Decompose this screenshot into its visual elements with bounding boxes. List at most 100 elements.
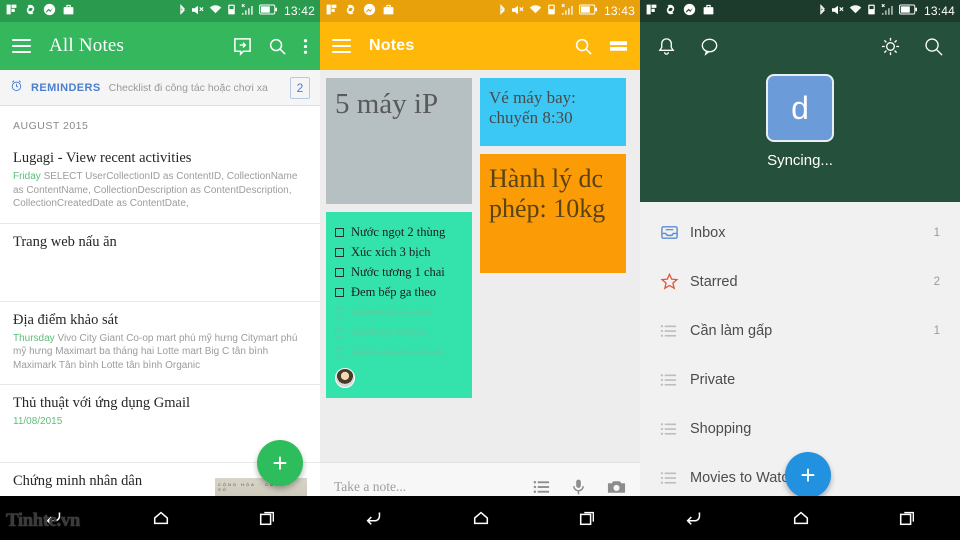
wifi-icon <box>849 4 862 19</box>
sidebar-item-can-lam-gap[interactable]: Cần làm gấp 1 <box>640 306 960 355</box>
view-toggle-icon[interactable] <box>609 39 628 53</box>
sidebar-item-inbox[interactable]: Inbox 1 <box>640 208 960 257</box>
checkbox-icon[interactable] <box>335 287 344 297</box>
checklist-item[interactable]: Nước ngọt 2 thùng <box>335 222 463 242</box>
sidebar-item-shopping[interactable]: Shopping <box>640 404 960 453</box>
sidebar-item-label: Private <box>690 371 736 388</box>
chat-bubble-icon[interactable] <box>699 36 720 62</box>
panel-notes-app: 13:42 All Notes REMINDERS Checklist đi c… <box>0 0 320 540</box>
list-item[interactable]: Trang web nấu ăn <box>0 224 320 302</box>
status-bar: 13:42 <box>0 0 320 22</box>
home-icon[interactable] <box>472 509 490 527</box>
recents-icon[interactable] <box>258 509 276 527</box>
flipboard-icon <box>645 3 658 19</box>
list-icon <box>660 422 690 436</box>
checklist-item[interactable]: Cánh gà 2 bịch <box>335 322 463 342</box>
note-snippet-text: SELECT UserCollectionID as ContentID, Co… <box>13 171 298 209</box>
plus-icon: + <box>800 460 816 490</box>
checklist-item[interactable]: Nước tương 1 chai <box>335 262 463 282</box>
page-title: Notes <box>369 37 415 54</box>
list-item[interactable]: Địa điểm khảo sát Thursday Vivo City Gia… <box>0 302 320 385</box>
collaborator-avatar <box>335 368 355 388</box>
note-day: Thursday <box>13 332 55 344</box>
take-a-note-placeholder: Take a note... <box>334 478 407 494</box>
checkbox-icon[interactable] <box>335 247 344 257</box>
note-title: Thủ thuật với ứng dụng Gmail <box>13 395 191 411</box>
briefcase-icon <box>382 3 395 19</box>
mute-icon <box>191 4 205 19</box>
bell-icon[interactable] <box>656 36 677 62</box>
note-day: Friday <box>13 171 41 182</box>
drawer-header-icons <box>640 22 960 62</box>
wifi-icon <box>529 4 542 19</box>
hamburger-icon[interactable] <box>332 39 351 53</box>
back-icon[interactable] <box>684 509 704 527</box>
search-icon[interactable] <box>923 36 944 62</box>
microphone-icon[interactable] <box>572 478 585 496</box>
note-card-hanh-ly[interactable]: Hành lý dc phép: 10kg <box>480 154 626 273</box>
checklist-item[interactable]: Bánh snack 5 bịch <box>335 342 463 362</box>
checkbox-checked-icon[interactable] <box>335 324 344 337</box>
sidebar-item-starred[interactable]: Starred 2 <box>640 257 960 306</box>
list-icon[interactable] <box>533 480 550 494</box>
search-icon[interactable] <box>268 37 287 56</box>
sync-icon <box>24 3 37 19</box>
recents-icon[interactable] <box>578 509 596 527</box>
sidebar-item-count: 1 <box>933 226 940 239</box>
reminders-bar[interactable]: REMINDERS Checklist đi công tác hoặc chơ… <box>0 70 320 106</box>
sidebar-item-count: 2 <box>933 275 940 288</box>
mute-icon <box>831 4 845 19</box>
checklist-item[interactable]: Tương ớt 2 chai <box>335 302 463 322</box>
signal-icon <box>241 3 255 19</box>
search-icon[interactable] <box>574 37 593 56</box>
reminders-label: REMINDERS <box>31 81 101 94</box>
home-icon[interactable] <box>792 509 810 527</box>
home-icon[interactable] <box>152 509 170 527</box>
panel-mail-drawer: 13:44 d Syncing... Inbox 1 Starred 2 Cần… <box>640 0 960 540</box>
notes-column-right: Vé máy bay: chuyến 8:30 Hành lý dc phép:… <box>480 78 626 454</box>
note-date: 11/08/2015 <box>13 416 63 427</box>
flipboard-icon <box>5 3 18 19</box>
sidebar-item-private[interactable]: Private <box>640 355 960 404</box>
watermark: Tinhte.vn <box>6 510 80 531</box>
checkbox-icon[interactable] <box>335 227 344 237</box>
messenger-icon <box>363 3 376 19</box>
checklist-item[interactable]: Đem bếp ga theo <box>335 282 463 302</box>
note-card-checklist[interactable]: Nước ngọt 2 thùng Xúc xích 3 bịch Nước t… <box>326 212 472 398</box>
recents-icon[interactable] <box>898 509 916 527</box>
checklist-item-label: Xúc xích 3 bịch <box>351 244 431 259</box>
checkbox-checked-icon[interactable] <box>335 344 344 357</box>
drawer-header: d Syncing... <box>640 22 960 202</box>
compose-fab[interactable]: + <box>785 452 831 498</box>
status-time: 13:44 <box>923 4 955 18</box>
overflow-menu-icon[interactable] <box>303 37 308 56</box>
note-snippet: Thursday Vivo City Giant Co-op mart phú … <box>13 332 307 373</box>
list-item[interactable]: Lugagi - View recent activities Friday S… <box>0 140 320 224</box>
back-icon[interactable] <box>364 509 384 527</box>
camera-icon[interactable] <box>607 479 626 495</box>
bluetooth-icon <box>818 3 827 19</box>
checklist-item-label: Tương ớt 2 chai <box>351 304 432 319</box>
hamburger-icon[interactable] <box>12 39 31 53</box>
checkbox-icon[interactable] <box>335 267 344 277</box>
note-snippet: Friday SELECT UserCollectionID as Conten… <box>13 170 307 211</box>
notes-column-left: 5 máy iP Nước ngọt 2 thùng Xúc xích 3 bị… <box>326 78 472 454</box>
messenger-icon <box>683 3 696 19</box>
gear-icon[interactable] <box>880 36 901 62</box>
sidebar-item-label: Inbox <box>690 224 726 241</box>
messenger-icon <box>43 3 56 19</box>
checklist-item[interactable]: Xúc xích 3 bịch <box>335 242 463 262</box>
note-card-text: 5 máy iP <box>335 88 439 120</box>
sign-in-icon[interactable] <box>233 37 252 56</box>
note-snippet-text: Vivo City Giant Co-op mart phú mỹ hưng C… <box>13 332 298 371</box>
avatar[interactable]: d <box>766 74 834 142</box>
note-title: Trang web nấu ăn <box>13 233 117 250</box>
add-note-fab[interactable]: + <box>257 440 303 486</box>
signal-icon <box>561 3 575 19</box>
note-card-ve-may-bay[interactable]: Vé máy bay: chuyến 8:30 <box>480 78 626 146</box>
sync-icon <box>664 3 677 19</box>
android-nav-bar <box>320 496 640 540</box>
note-card-5-may-ip[interactable]: 5 máy iP <box>326 78 472 204</box>
section-header-month: AUGUST 2015 <box>13 120 89 132</box>
checkbox-checked-icon[interactable] <box>335 304 344 317</box>
